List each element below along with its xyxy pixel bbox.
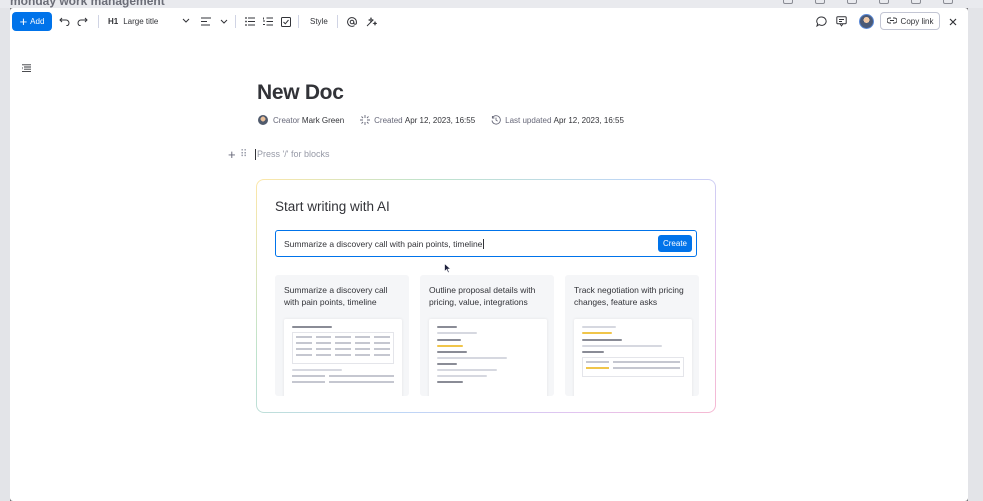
create-button[interactable]: Create <box>658 235 692 252</box>
user-avatar[interactable] <box>859 14 874 29</box>
heading-prefix: H1 <box>108 17 119 26</box>
bullet-list-icon[interactable] <box>245 13 255 30</box>
created-info: Created Apr 12, 2023, 16:55 <box>360 115 475 125</box>
ai-template-label: Outline proposal details with pricing, v… <box>429 285 536 307</box>
ai-template-list: Summarize a discovery call with pain poi… <box>275 275 699 396</box>
created-label: Created <box>374 115 403 125</box>
history-icon <box>491 115 501 125</box>
outline-icon[interactable] <box>21 59 31 77</box>
numbered-list-icon[interactable] <box>263 13 273 30</box>
text-caret <box>483 238 485 249</box>
ai-template-label: Track negotiation with pricing changes, … <box>574 285 684 307</box>
updated-date: Apr 12, 2023, 16:55 <box>553 115 624 125</box>
created-icon <box>360 115 371 125</box>
creator-name: Mark Green <box>301 115 345 125</box>
text-caret <box>255 148 256 160</box>
ai-card-title: Start writing with AI <box>275 199 390 214</box>
empty-block-row[interactable]: + ⠿ Press '/' for blocks <box>228 147 329 162</box>
redo-icon[interactable] <box>77 13 88 30</box>
ai-writer-card: Start writing with AI Summarize a discov… <box>256 179 716 413</box>
created-date: Apr 12, 2023, 16:55 <box>404 115 476 125</box>
template-preview-thumbnail <box>429 319 547 396</box>
toolbar-divider <box>298 15 299 28</box>
ai-prompt-input[interactable]: Summarize a discovery call with pain poi… <box>275 230 697 257</box>
add-button[interactable]: + Add <box>12 12 52 31</box>
ai-prompt-value: Summarize a discovery call with pain poi… <box>284 238 483 249</box>
background-app-title: monday work management <box>10 0 165 8</box>
heading-style-label: Large title <box>123 17 159 26</box>
add-block-icon[interactable]: + <box>228 147 240 162</box>
updated-label: Last updated <box>505 115 552 125</box>
ai-template-card[interactable]: Track negotiation with pricing changes, … <box>565 275 699 396</box>
background-app-header: monday work management <box>0 0 983 8</box>
ai-template-label: Summarize a discovery call with pain poi… <box>284 285 388 307</box>
background-left-strip <box>0 8 10 501</box>
drag-handle-icon[interactable]: ⠿ <box>240 149 250 160</box>
block-placeholder[interactable]: Press '/' for blocks <box>257 149 329 159</box>
add-label: Add <box>30 17 45 26</box>
toolbar-divider <box>235 15 236 28</box>
doc-meta: Creator Mark Green Created Apr 12, 2023,… <box>258 114 640 126</box>
background-right-strip <box>968 8 983 501</box>
ai-template-card[interactable]: Outline proposal details with pricing, v… <box>420 275 554 396</box>
template-preview-thumbnail <box>574 319 692 396</box>
updated-info: Last updated Apr 12, 2023, 16:55 <box>491 115 624 125</box>
template-preview-thumbnail <box>284 319 402 396</box>
background-app-icons <box>783 0 953 4</box>
chevron-down-icon <box>182 17 190 26</box>
creator-info: Creator Mark Green <box>258 115 344 125</box>
copy-link-button[interactable]: Copy link <box>880 12 940 30</box>
comment-icon[interactable] <box>816 13 827 30</box>
align-dropdown-chevron-icon[interactable] <box>220 13 228 30</box>
plus-icon: + <box>19 14 28 29</box>
align-left-icon[interactable] <box>201 13 211 30</box>
toolbar-divider <box>98 15 99 28</box>
toolbar-divider <box>337 15 338 28</box>
ai-sparkle-icon[interactable] <box>366 13 377 30</box>
mention-icon[interactable] <box>347 13 357 30</box>
close-icon[interactable] <box>949 13 957 30</box>
checklist-icon[interactable] <box>281 13 291 30</box>
doc-modal: + Add H1 Large title Style Copy link New… <box>10 8 968 501</box>
heading-style-dropdown[interactable]: H1 Large title <box>108 13 190 30</box>
style-button[interactable]: Style <box>310 13 328 30</box>
editor-toolbar: + Add H1 Large title Style Copy link <box>10 8 968 35</box>
creator-label: Creator <box>273 115 300 125</box>
doc-title[interactable]: New Doc <box>257 81 344 105</box>
link-icon <box>886 17 898 26</box>
updates-icon[interactable] <box>836 13 847 30</box>
copy-link-label: Copy link <box>900 16 934 26</box>
mouse-pointer-icon <box>444 261 452 279</box>
undo-icon[interactable] <box>59 13 70 30</box>
ai-template-card[interactable]: Summarize a discovery call with pain poi… <box>275 275 409 396</box>
creator-avatar <box>258 115 268 125</box>
